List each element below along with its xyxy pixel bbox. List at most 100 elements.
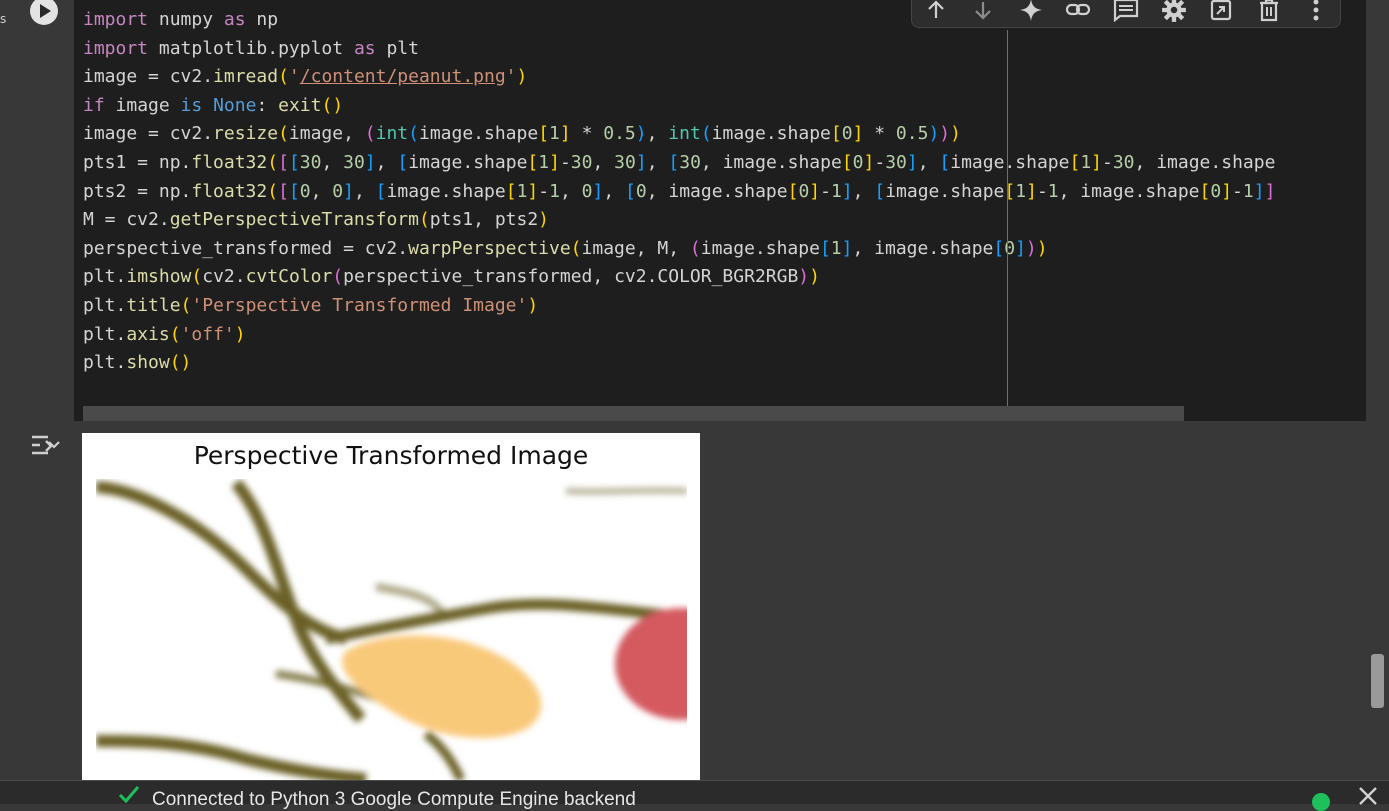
code-token: imshow — [126, 266, 192, 288]
code-token: 1 — [516, 180, 528, 202]
settings-button[interactable] — [1159, 0, 1189, 25]
code-token: ) — [809, 266, 820, 288]
cell-toolbar — [911, 0, 1341, 28]
code-token: [ — [625, 180, 636, 202]
code-token: , — [375, 151, 398, 173]
code-cell[interactable]: import numpy as np import matplotlib.pypl… — [14, 0, 1366, 421]
gemini-button[interactable] — [1016, 0, 1046, 25]
code-token: 30 — [885, 151, 907, 173]
trash-icon — [1259, 0, 1278, 22]
code-token: 1 — [1047, 180, 1059, 202]
vertical-scrollbar[interactable] — [1366, 0, 1389, 780]
code-line[interactable]: image = cv2.imread('/content/peanut.png'… — [83, 63, 1275, 92]
play-icon — [40, 4, 51, 18]
code-token: image = cv2. — [83, 66, 214, 88]
code-line[interactable]: M = cv2.getPerspectiveTransform(pts1, pt… — [83, 206, 1275, 235]
code-line[interactable]: import matplotlib.pyplot as plt — [83, 35, 1275, 64]
code-token: , — [852, 180, 875, 202]
code-line[interactable]: if image is None: exit() — [83, 92, 1275, 121]
code-token: 0 — [1210, 180, 1222, 202]
code-token: 0 — [332, 180, 344, 202]
code-token: getPerspectiveTransform — [169, 209, 419, 231]
plot-figure: Perspective Transformed Image — [82, 433, 700, 780]
code-token: ( — [570, 237, 582, 259]
code-token: - — [1036, 180, 1048, 202]
code-token: cv2. — [202, 266, 246, 288]
mirror-cell-button[interactable] — [1206, 0, 1236, 25]
output-actions-button[interactable] — [28, 431, 62, 465]
delete-button[interactable] — [1254, 0, 1284, 25]
code-token: [ — [1199, 180, 1211, 202]
run-cell-button[interactable] — [30, 0, 58, 25]
code-line[interactable]: plt.show() — [83, 349, 1275, 378]
code-token: plt. — [83, 323, 127, 345]
arrow-up-icon — [927, 0, 944, 18]
code-line[interactable]: pts2 = np.float32([[0, 0], [image.shape[… — [83, 178, 1275, 207]
horizontal-scrollbar[interactable] — [83, 406, 1184, 421]
code-token: [ — [841, 151, 853, 173]
code-token: ) — [234, 323, 246, 345]
code-token: ] — [364, 151, 376, 173]
code-token: - — [1102, 151, 1113, 173]
code-token: pts2 = np. — [83, 180, 192, 202]
code-token: ] — [841, 237, 853, 259]
code-token: [ — [278, 180, 289, 202]
code-token: ] — [1221, 180, 1233, 202]
code-token: warpPerspective — [408, 237, 571, 259]
plot-title: Perspective Transformed Image — [193, 441, 589, 470]
berry-shape — [615, 608, 687, 720]
move-down-button[interactable] — [968, 0, 998, 25]
vertical-scrollbar-thumb[interactable] — [1371, 654, 1384, 708]
code-token: image.shape — [408, 151, 528, 173]
check-icon — [118, 786, 140, 803]
code-token: ( — [191, 266, 203, 288]
code-token: ] — [635, 151, 647, 173]
code-token: 1 — [1080, 151, 1092, 173]
code-token: ] — [906, 151, 918, 173]
code-token: [ — [668, 151, 680, 173]
code-token: ( — [278, 66, 289, 88]
add-comment-button[interactable] — [1111, 0, 1141, 25]
code-token: cvtColor — [245, 266, 333, 288]
code-token: [ — [505, 180, 517, 202]
more-button[interactable] — [1301, 0, 1331, 25]
code-token: show — [126, 352, 170, 374]
code-token: 'Perspective Transformed Image' — [191, 294, 528, 316]
code-token: int — [668, 123, 701, 145]
code-token: - — [559, 151, 571, 173]
code-token: pts1 = np. — [83, 151, 192, 173]
code-line[interactable]: pts1 = np.float32([[30, 30], [image.shap… — [83, 149, 1275, 178]
code-token: ) — [1036, 237, 1048, 259]
code-token: 30 — [679, 151, 701, 173]
code-token: 30 — [1112, 151, 1135, 173]
code-line[interactable]: plt.title('Perspective Transformed Image… — [83, 292, 1275, 321]
branch-stroke-5 — [565, 487, 687, 495]
code-token: [ — [397, 151, 409, 173]
copy-link-button[interactable] — [1063, 0, 1093, 25]
code-token: - — [874, 151, 886, 173]
code-token: ) — [939, 123, 951, 145]
code-token: exit — [278, 94, 322, 116]
move-up-button[interactable] — [921, 0, 951, 25]
code-token: M = cv2. — [83, 209, 170, 231]
status-text: Connected to Python 3 Google Compute Eng… — [152, 789, 636, 810]
code-token: int — [375, 123, 409, 145]
code-token: image, M, — [581, 237, 690, 259]
code-token: ] — [592, 180, 604, 202]
code-token: [ — [819, 237, 831, 259]
code-token: ( — [332, 266, 344, 288]
code-line[interactable]: image = cv2.resize(image, (int(image.sha… — [83, 120, 1275, 149]
code-token: is — [180, 94, 203, 116]
code-line[interactable]: perspective_transformed = cv2.warpPerspe… — [83, 235, 1275, 264]
code-line[interactable]: plt.axis('off') — [83, 321, 1275, 350]
code-token: image = cv2. — [83, 123, 214, 145]
code-editor[interactable]: import numpy as np import matplotlib.pypl… — [83, 6, 1275, 378]
code-token: ] — [809, 180, 821, 202]
code-line[interactable]: plt.imshow(cv2.cvtColor(perspective_tran… — [83, 263, 1275, 292]
code-token: , image.shape — [1134, 151, 1276, 173]
code-token: () — [321, 94, 344, 116]
arrow-down-icon — [975, 2, 992, 20]
output-menu-icon — [32, 435, 60, 455]
code-token: () — [169, 352, 192, 374]
close-icon[interactable] — [1357, 785, 1379, 807]
